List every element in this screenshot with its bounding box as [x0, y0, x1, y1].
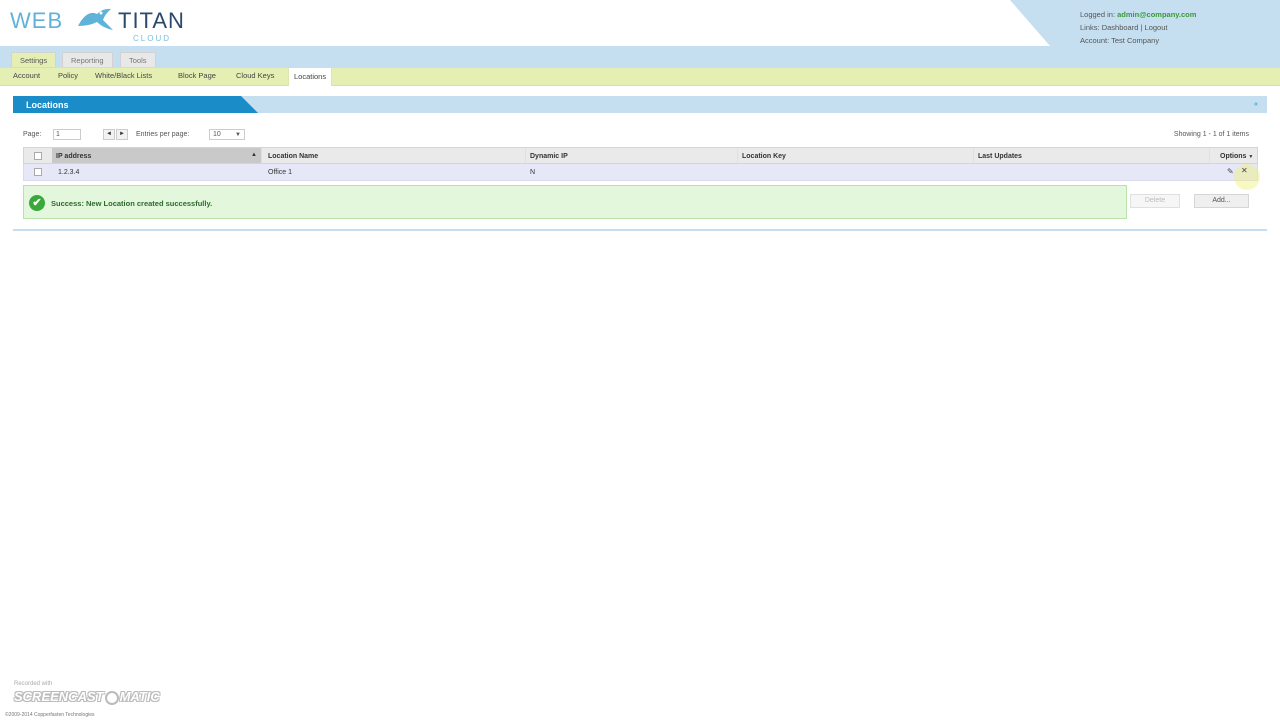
- links-line: Links: Dashboard | Logout: [1080, 21, 1196, 34]
- col-ip-address[interactable]: IP address ▲: [52, 148, 262, 163]
- success-message: ✔ Success: New Location created successf…: [23, 185, 1127, 219]
- cell-location-name: Office 1: [268, 169, 292, 176]
- subtab-block-page[interactable]: Block Page: [178, 71, 216, 84]
- edit-icon[interactable]: ✎: [1227, 167, 1234, 176]
- watermark-brand-part2: MATIC: [119, 689, 160, 704]
- entries-per-page-label: Entries per page:: [136, 131, 190, 138]
- delete-button[interactable]: Delete: [1130, 194, 1180, 208]
- links-label: Links:: [1080, 23, 1100, 32]
- subtab-white-black-lists[interactable]: White/Black Lists: [95, 71, 152, 84]
- next-page-icon[interactable]: ►: [116, 129, 128, 140]
- check-icon: ✔: [29, 195, 45, 211]
- page-label: Page:: [23, 131, 42, 138]
- watermark-brand-part1: SCREENCAST: [14, 689, 104, 704]
- col-ip-address-label: IP address: [56, 153, 92, 160]
- collapse-icon[interactable]: «: [1254, 101, 1262, 109]
- logo-text-titan: TITAN: [118, 8, 185, 33]
- select-all-checkbox[interactable]: [34, 152, 42, 160]
- chevron-down-icon: ▼: [235, 132, 241, 138]
- subtab-policy[interactable]: Policy: [58, 71, 78, 84]
- tab-settings[interactable]: Settings: [11, 52, 57, 67]
- entries-per-page-select[interactable]: 10 ▼: [209, 129, 245, 140]
- table-header: IP address ▲ Location Name Dynamic IP Lo…: [23, 147, 1258, 164]
- locations-table: IP address ▲ Location Name Dynamic IP Lo…: [23, 147, 1260, 190]
- copyright-text: ©2009-2014 Copperfasten Technologies: [5, 712, 95, 718]
- account-info: Logged in: admin@company.com Links: Dash…: [1080, 8, 1196, 47]
- watermark-recorded-label: Recorded with: [14, 681, 53, 687]
- logout-link[interactable]: Logout: [1145, 23, 1168, 32]
- locations-panel: Locations « Page: 1 ◄ ► Entries per page…: [13, 96, 1267, 231]
- col-dynamic-ip[interactable]: Dynamic IP: [526, 148, 738, 163]
- col-options-label: Options: [1220, 153, 1247, 160]
- prev-page-icon[interactable]: ◄: [103, 129, 115, 140]
- logged-in-label: Logged in:: [1080, 10, 1116, 19]
- subtab-locations[interactable]: Locations: [288, 68, 333, 86]
- subtab-cloud-keys[interactable]: Cloud Keys: [236, 71, 274, 84]
- success-text: Success: New Location created successful…: [51, 199, 213, 208]
- panel-title: Locations: [13, 96, 258, 113]
- tab-reporting[interactable]: Reporting: [62, 52, 113, 67]
- showing-count: Showing 1 - 1 of 1 items: [1173, 131, 1249, 138]
- logged-in-line: Logged in: admin@company.com: [1080, 8, 1196, 21]
- primary-nav: Settings Reporting Tools: [0, 46, 1280, 68]
- col-options[interactable]: Options ▼: [1216, 148, 1256, 163]
- entries-per-page-value: 10: [213, 131, 221, 138]
- col-location-name[interactable]: Location Name: [264, 148, 526, 163]
- page-number-input[interactable]: 1: [53, 129, 81, 140]
- account-email: admin@company.com: [1117, 10, 1197, 19]
- links-separator: |: [1140, 23, 1143, 32]
- row-checkbox[interactable]: [34, 168, 42, 176]
- logo-bird-icon: [78, 8, 113, 30]
- options-caret-icon: ▼: [1248, 154, 1254, 160]
- delete-icon[interactable]: ✕: [1241, 166, 1248, 175]
- subtab-account[interactable]: Account: [13, 71, 40, 84]
- cell-last-updates: [974, 164, 978, 179]
- sort-asc-icon: ▲: [251, 152, 257, 158]
- logo-text-cloud: CLOUD: [133, 34, 172, 43]
- table-row[interactable]: 1.2.3.4 Office 1 N ✎ ✕: [23, 164, 1260, 190]
- watermark-o-icon: [104, 690, 119, 705]
- dashboard-link[interactable]: Dashboard: [1102, 23, 1139, 32]
- secondary-nav: Account Policy White/Black Lists Block P…: [0, 68, 1280, 86]
- add-button[interactable]: Add...: [1194, 194, 1249, 208]
- logo-text-web: WEB: [10, 8, 64, 33]
- webtitan-logo[interactable]: WEB TITAN CLOUD: [10, 4, 184, 43]
- watermark-brand: SCREENCAST MATIC: [14, 689, 160, 705]
- cell-ip-address: 1.2.3.4: [58, 169, 80, 176]
- cell-location-key: [738, 164, 742, 179]
- screencast-watermark: Recorded with SCREENCAST MATIC: [14, 681, 160, 705]
- tab-tools[interactable]: Tools: [120, 52, 156, 67]
- col-last-updates[interactable]: Last Updates: [974, 148, 1210, 163]
- cell-dynamic-ip: N: [530, 169, 536, 176]
- col-location-key[interactable]: Location Key: [738, 148, 974, 163]
